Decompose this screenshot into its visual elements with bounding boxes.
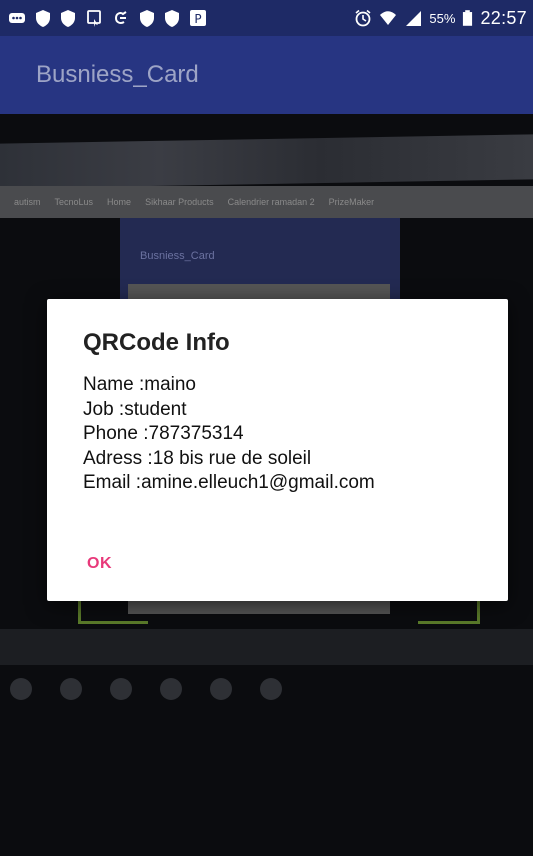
shield-icon xyxy=(61,9,75,27)
dock-icon xyxy=(60,678,82,700)
status-bar: P 55% 22:57 xyxy=(0,0,533,36)
usb-icon xyxy=(115,11,127,24)
dock-icon xyxy=(210,678,232,700)
bookmark-item: Sikhaar Products xyxy=(145,197,214,207)
dialog-title: QRCode Info xyxy=(83,329,230,356)
info-job: Job :student xyxy=(83,398,187,420)
battery-percent: 55% xyxy=(429,10,456,26)
info-name: Name :maino xyxy=(83,374,196,395)
status-system-icons: 55% 22:57 xyxy=(354,8,527,29)
shield-icon xyxy=(165,9,179,27)
wifi-icon xyxy=(380,11,397,25)
shield-icon xyxy=(36,9,50,27)
camera-background-band xyxy=(0,134,533,189)
status-notification-icons: P xyxy=(8,9,207,28)
bookmark-item: TecnoLus xyxy=(54,197,94,207)
app-bar: Busniess_Card xyxy=(0,36,533,114)
info-address: Adress :18 bis rue de soleil xyxy=(83,447,312,469)
cast-icon xyxy=(87,10,101,27)
shield-icon xyxy=(140,9,154,27)
bookmark-item: Calendrier ramadan 2 xyxy=(227,197,315,207)
svg-text:P: P xyxy=(194,12,201,26)
signal-icon xyxy=(406,11,422,26)
dock-icon xyxy=(10,678,32,700)
status-clock: 22:57 xyxy=(480,7,527,28)
info-phone: Phone :787375314 xyxy=(83,423,244,444)
alarm-icon xyxy=(355,9,371,27)
camera-browser-bookmarks: autism TecnoLus Home Sikhaar Products Ca… xyxy=(0,186,533,218)
dock-icon xyxy=(260,678,282,700)
bookmark-item: PrizeMaker xyxy=(328,197,375,207)
bookmark-item: Home xyxy=(107,197,132,207)
camera-dock xyxy=(0,669,533,709)
dock-icon xyxy=(160,678,182,700)
camera-taskbar xyxy=(0,629,533,665)
battery-icon xyxy=(463,10,473,26)
dialog-message: Name :maino Job :student Phone :78737531… xyxy=(83,373,375,496)
camera-inner-title: Busniess_Card xyxy=(140,250,215,262)
dock-icon xyxy=(110,678,132,700)
info-email: Email :amine.elleuch1@gmail.com xyxy=(83,472,375,493)
p-icon: P xyxy=(190,10,206,26)
bookmark-item: autism xyxy=(14,197,41,207)
more-icon xyxy=(9,13,25,23)
app-title: Busniess_Card xyxy=(36,61,199,88)
qrcode-info-dialog: QRCode Info Name :maino Job :student Pho… xyxy=(47,299,508,601)
ok-button[interactable]: OK xyxy=(87,550,112,578)
